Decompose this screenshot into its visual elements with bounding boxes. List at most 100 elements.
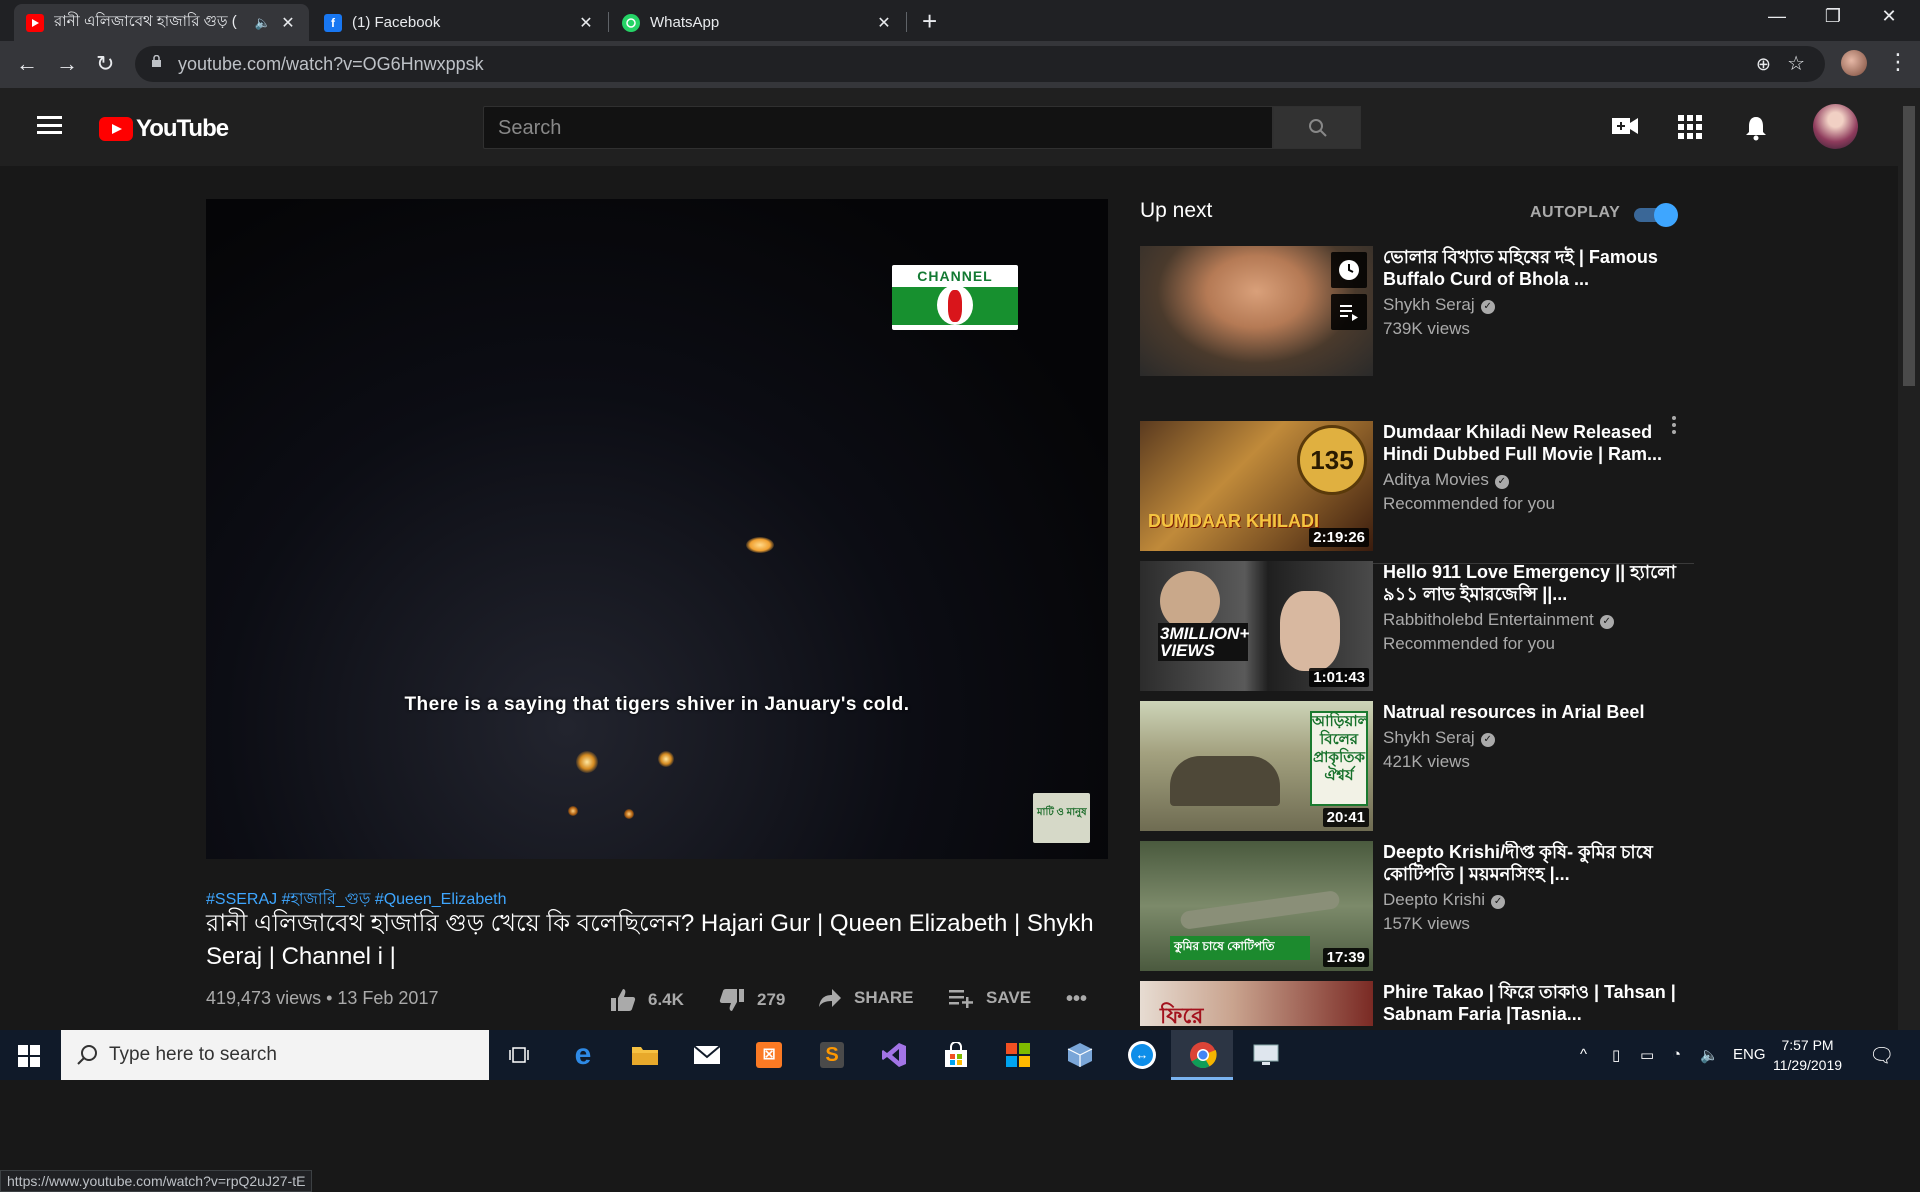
browser-profile-avatar[interactable] (1841, 50, 1867, 76)
more-actions-icon[interactable]: ••• (1066, 988, 1087, 1011)
video-thumbnail[interactable] (1140, 246, 1373, 376)
taskbar-search[interactable]: Type here to search (61, 1030, 489, 1080)
tab-whatsapp[interactable]: WhatsApp ✕ (610, 4, 905, 41)
sublime-text-icon[interactable]: S (815, 1038, 849, 1072)
remote-desktop-icon[interactable] (1249, 1038, 1283, 1072)
address-bar[interactable]: youtube.com/watch?v=OG6Hnwxppsk ⊕ ☆ (135, 46, 1825, 82)
wifi-icon[interactable]: ◔ (1672, 1046, 1681, 1063)
tab-youtube[interactable]: রানী এলিজাবেথ হাজারি গুড় ( 🔈 ✕ (14, 4, 309, 41)
recommended-video[interactable]: কুমির চাষে কোটিপতি 17:39 Deepto Krishi/দ… (1140, 841, 1700, 971)
save-label: SAVE (986, 988, 1032, 1007)
recommended-video[interactable]: ফিরে Phire Takao | ফিরে তাকাও | Tahsan |… (1140, 981, 1700, 1026)
browser-menu-icon[interactable]: ⋮ (1887, 49, 1909, 75)
add-to-queue-icon[interactable] (1331, 294, 1367, 330)
battery-icon[interactable]: ▭ (1640, 1046, 1654, 1064)
video-thumbnail[interactable]: 3MILLION+ VIEWS 1:01:43 (1140, 561, 1373, 691)
account-avatar[interactable] (1813, 104, 1858, 149)
back-arrow-icon[interactable]: ← (16, 51, 38, 77)
new-tab-button[interactable]: + (922, 6, 937, 37)
chrome-icon[interactable] (1186, 1038, 1220, 1072)
watch-later-clock-icon[interactable] (1331, 252, 1367, 288)
usb-device-icon[interactable]: ▯ (1612, 1046, 1620, 1064)
recommendation-title[interactable]: ভোলার বিখ্যাত মহিষের দই | Famous Buffalo… (1383, 246, 1683, 290)
xampp-icon[interactable]: ⊠ (752, 1038, 786, 1072)
recommendation-channel[interactable]: Aditya Movies ✓ (1383, 470, 1509, 490)
facebook-favicon-icon: f (324, 13, 342, 32)
tab-title: (1) Facebook (352, 14, 441, 31)
file-explorer-icon[interactable] (628, 1038, 662, 1072)
microsoft-store-icon[interactable] (939, 1038, 973, 1072)
thumbnail-figures (1170, 756, 1280, 806)
minimize-button[interactable]: — (1749, 6, 1805, 27)
volume-icon[interactable]: 🔈 (1700, 1046, 1719, 1064)
recommended-video[interactable]: 3MILLION+ VIEWS 1:01:43 Hello 911 Love E… (1140, 561, 1700, 691)
recommendation-title[interactable]: Phire Takao | ফিরে তাকাও | Tahsan | Sabn… (1383, 981, 1683, 1025)
verified-check-icon: ✓ (1599, 615, 1614, 629)
video-thumbnail[interactable]: আড়িয়াল বিলের প্রাকৃতিক ঐশ্বর্য 20:41 (1140, 701, 1373, 831)
video-thumbnail[interactable]: 135 DUMDAAR KHILADI 2:19:26 (1140, 421, 1373, 551)
hamburger-menu-icon[interactable] (37, 116, 62, 134)
input-language[interactable]: ENG (1733, 1046, 1766, 1063)
tab-close-icon[interactable]: ✕ (279, 13, 297, 33)
like-count: 6.4K (648, 990, 684, 1009)
recommendation-title[interactable]: Dumdaar Khiladi New Released Hindi Dubbe… (1383, 421, 1683, 465)
thumbs-down-icon (719, 989, 744, 1011)
scrollbar-thumb[interactable] (1903, 106, 1915, 386)
search-button[interactable] (1273, 106, 1361, 149)
dislike-button[interactable]: 279 (719, 988, 785, 1012)
youtube-logo[interactable]: YouTube (99, 115, 229, 143)
video-thumbnail[interactable]: ফিরে (1140, 981, 1373, 1026)
windows-start-icon[interactable] (18, 1045, 40, 1067)
visual-studio-icon[interactable] (877, 1038, 911, 1072)
search-input[interactable]: Search (483, 106, 1273, 149)
page-scrollbar[interactable] (1898, 88, 1920, 1030)
share-button[interactable]: SHARE (818, 988, 914, 1008)
tab-separator (608, 12, 609, 32)
restore-button[interactable]: ❐ (1805, 6, 1861, 27)
audio-playing-icon[interactable]: 🔈 (255, 15, 271, 31)
recommended-video[interactable]: ভোলার বিখ্যাত মহিষের দই | Famous Buffalo… (1140, 246, 1700, 376)
recommendation-channel[interactable]: Shykh Seraj ✓ (1383, 295, 1495, 315)
tab-facebook[interactable]: f (1) Facebook ✕ (312, 4, 607, 41)
show-hidden-icons-icon[interactable]: ^ (1580, 1046, 1587, 1063)
recommendation-title[interactable]: Deepto Krishi/দীপ্ত কৃষি- কুমির চাষে কোট… (1383, 841, 1683, 885)
virtualbox-icon[interactable] (1063, 1038, 1097, 1072)
video-player[interactable]: CHANNEL There is a saying that tigers sh… (206, 199, 1108, 859)
reload-icon[interactable]: ↻ (96, 51, 114, 77)
recommendation-title[interactable]: Hello 911 Love Emergency || হ্যালো ৯১১ ল… (1383, 561, 1683, 605)
save-button[interactable]: SAVE (948, 988, 1031, 1008)
teamviewer-icon[interactable]: ↔ (1125, 1038, 1159, 1072)
system-clock[interactable]: 7:57 PM 11/29/2019 (1773, 1035, 1842, 1075)
mail-icon[interactable] (690, 1038, 724, 1072)
channel-name: Rabbitholebd Entertainment (1383, 610, 1594, 629)
forward-arrow-icon[interactable]: → (56, 51, 78, 77)
url-text[interactable]: youtube.com/watch?v=OG6Hnwxppsk (178, 54, 484, 75)
light-glow (658, 751, 674, 767)
apps-grid-icon[interactable] (1678, 115, 1702, 139)
recommendation-channel[interactable]: Rabbitholebd Entertainment ✓ (1383, 610, 1614, 630)
office-icon[interactable] (1001, 1038, 1035, 1072)
like-button[interactable]: 6.4K (610, 988, 684, 1012)
tab-close-icon[interactable]: ✕ (875, 13, 893, 33)
recommendation-channel[interactable]: Shykh Seraj ✓ (1383, 728, 1495, 748)
tab-close-icon[interactable]: ✕ (577, 13, 595, 33)
verified-check-icon: ✓ (1494, 475, 1509, 489)
youtube-play-icon (99, 117, 133, 141)
video-subtitle: There is a saying that tigers shiver in … (404, 694, 910, 715)
close-window-button[interactable]: ✕ (1861, 6, 1917, 27)
tab-separator (906, 12, 907, 32)
recommendation-channel[interactable]: Deepto Krishi ✓ (1383, 890, 1506, 910)
recommended-video[interactable]: আড়িয়াল বিলের প্রাকৃতিক ঐশ্বর্য 20:41 N… (1140, 701, 1700, 831)
thumbnail-text: ফিরে (1160, 1003, 1204, 1026)
recommended-video[interactable]: 135 DUMDAAR KHILADI 2:19:26 Dumdaar Khil… (1140, 421, 1700, 551)
autoplay-toggle[interactable] (1632, 203, 1680, 227)
edge-browser-icon[interactable]: e (566, 1038, 600, 1072)
notifications-bell-icon[interactable] (1744, 115, 1768, 141)
task-view-icon[interactable] (503, 1038, 537, 1072)
action-center-icon[interactable]: 🗨 (1869, 1043, 1894, 1068)
share-label: SHARE (854, 988, 914, 1007)
bookmark-star-icon[interactable]: ☆ (1787, 51, 1805, 76)
zoom-icon[interactable]: ⊕ (1756, 54, 1771, 75)
video-thumbnail[interactable]: কুমির চাষে কোটিপতি 17:39 (1140, 841, 1373, 971)
create-video-icon[interactable] (1611, 115, 1639, 137)
